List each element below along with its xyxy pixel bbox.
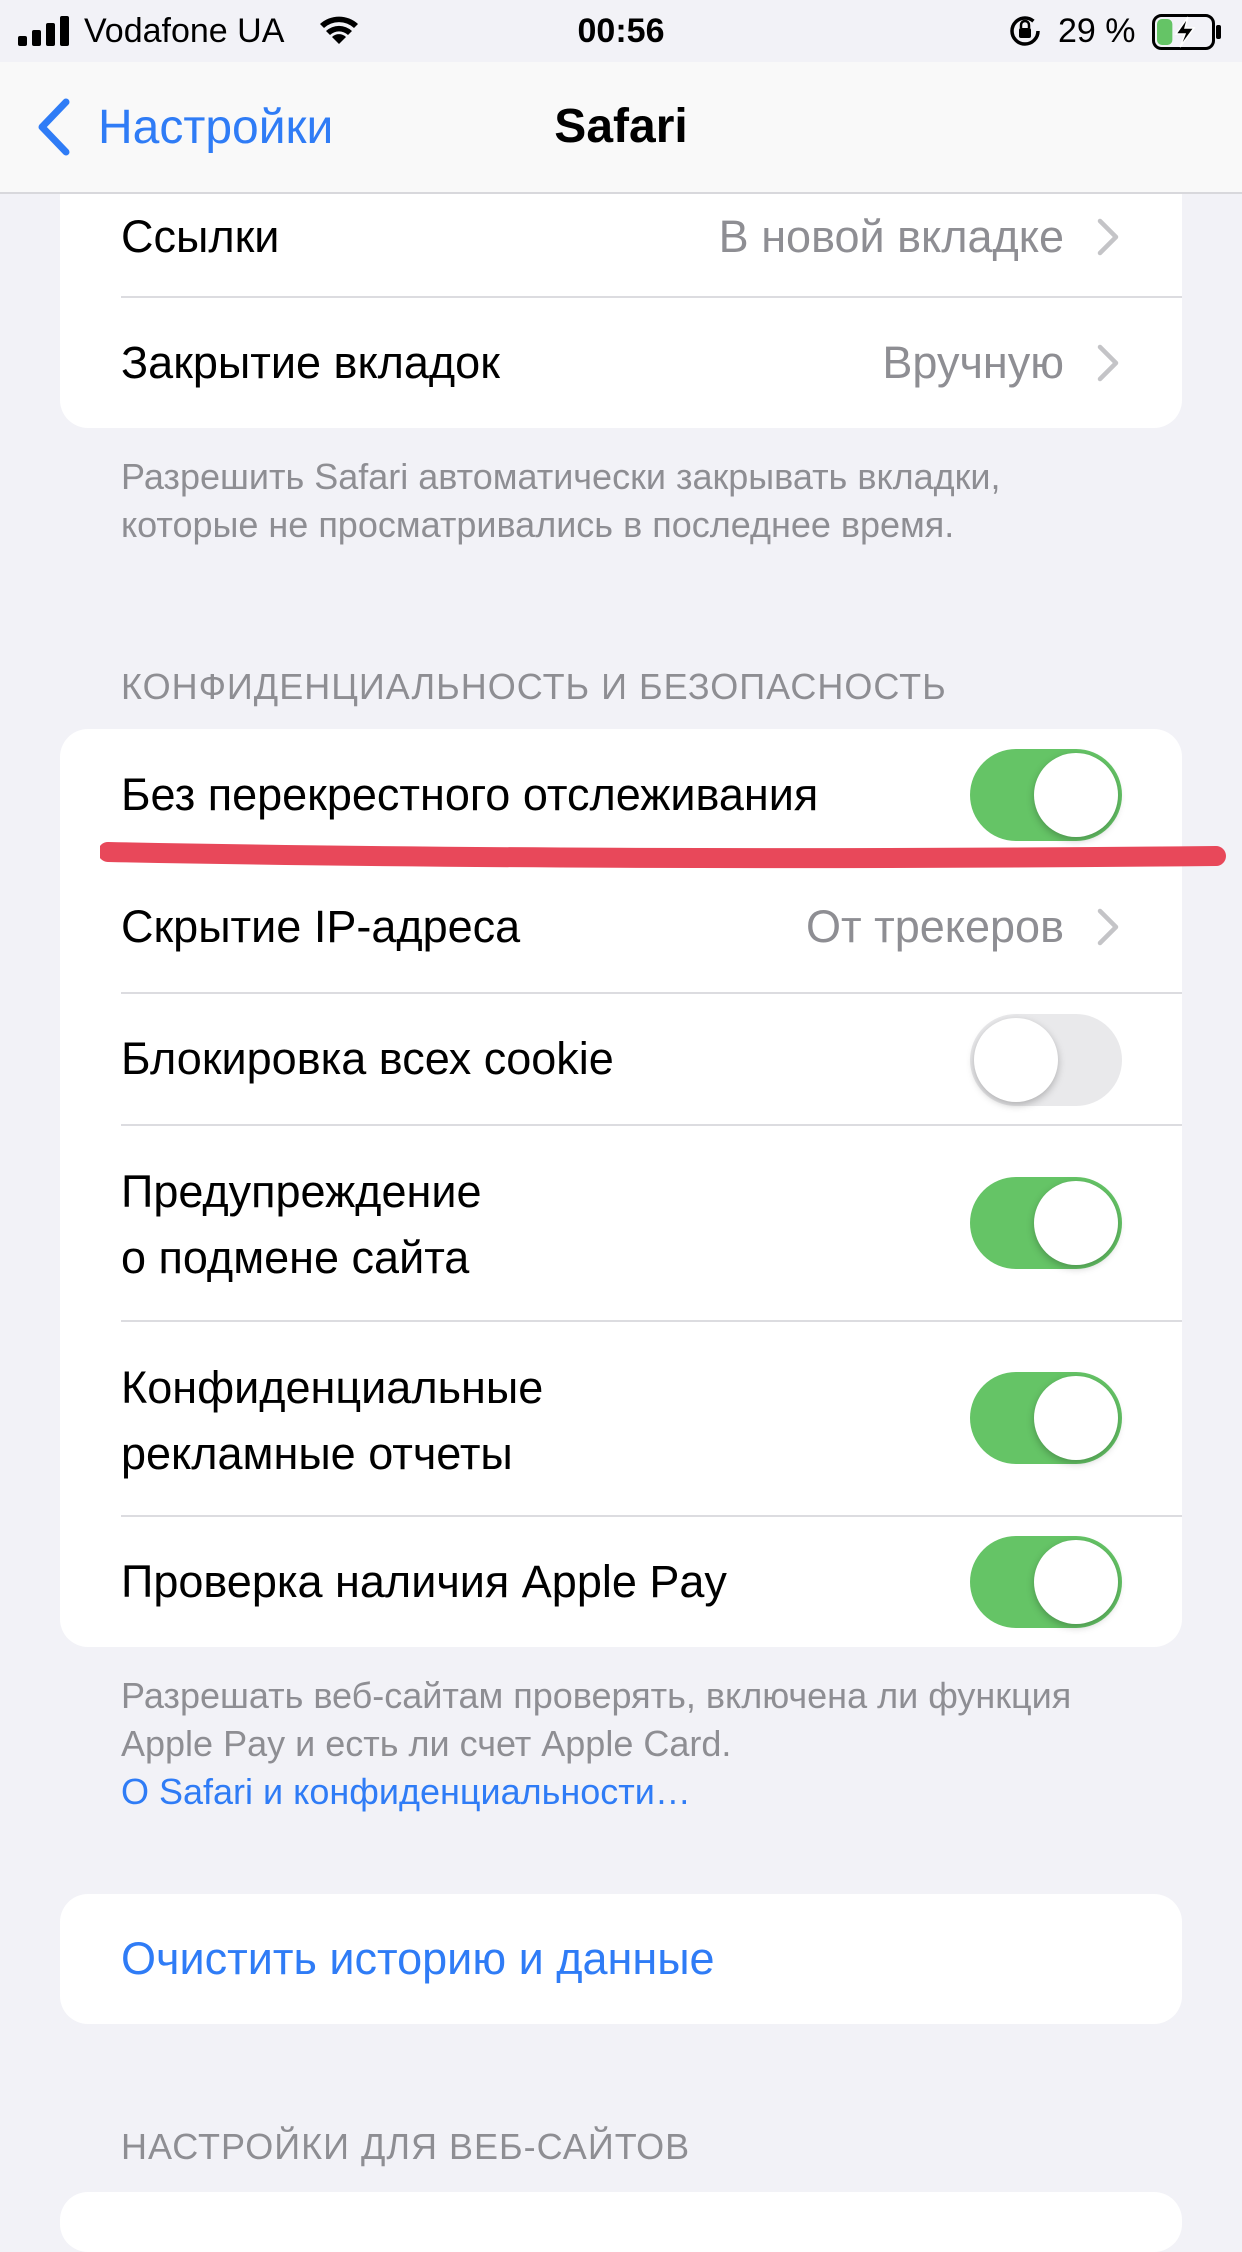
status-time: 00:56 xyxy=(577,12,665,50)
orientation-lock-icon xyxy=(1010,16,1040,46)
section-header-privacy: КОНФИДЕНЦИАЛЬНОСТЬ И БЕЗОПАСНОСТЬ xyxy=(121,666,947,707)
row-label: Закрытие вкладок xyxy=(121,337,500,388)
page-title: Safari xyxy=(554,100,688,153)
row-label: Без перекрестного отслеживания xyxy=(121,769,819,820)
row-value: От трекеров xyxy=(806,901,1064,952)
annotation-underline xyxy=(100,842,1226,869)
row-separator xyxy=(121,296,1182,298)
settings-row-apple-pay-check[interactable]: Проверка наличия Apple Pay xyxy=(60,1517,1182,1647)
settings-row-close-tabs[interactable]: Закрытие вкладок Вручную xyxy=(60,298,1182,428)
website-settings-group xyxy=(60,2192,1182,2252)
block-cookies-toggle[interactable] xyxy=(970,1014,1122,1106)
toggle-knob xyxy=(974,1018,1058,1102)
privacy-footer-note: Разрешать веб-сайтам проверять, включена… xyxy=(121,1672,1121,1816)
row-label: Проверка наличия Apple Pay xyxy=(121,1556,727,1607)
row-label-line-1: Предупреждение xyxy=(121,1166,482,1217)
toggle-knob xyxy=(1034,1540,1118,1624)
settings-row-hide-ip[interactable]: Скрытие IP-адреса От трекеров xyxy=(60,862,1182,993)
settings-row-fraud-warning[interactable]: Предупреждение о подмене сайта xyxy=(60,1126,1182,1321)
battery-percent: 29 % xyxy=(1058,12,1136,50)
chevron-right-icon xyxy=(1097,344,1119,382)
settings-row-ad-reporting[interactable]: Конфиденциальные рекламные отчеты xyxy=(60,1322,1182,1516)
chevron-right-icon xyxy=(1097,908,1119,946)
cross-site-tracking-toggle[interactable] xyxy=(970,749,1122,841)
clear-history-label: Очистить историю и данные xyxy=(121,1933,715,1984)
section-header-websites: НАСТРОЙКИ ДЛЯ ВЕБ-САЙТОВ xyxy=(121,2126,691,2167)
settings-row-block-cookies[interactable]: Блокировка всех cookie xyxy=(60,994,1182,1125)
row-value: Вручную xyxy=(882,337,1064,388)
apple-pay-check-toggle[interactable] xyxy=(970,1536,1122,1628)
toggle-knob xyxy=(1034,753,1118,837)
battery-charging-icon xyxy=(1152,14,1221,50)
row-label-line-1: Конфиденциальные xyxy=(121,1362,544,1413)
toggle-knob xyxy=(1034,1181,1118,1265)
chevron-right-icon xyxy=(1097,218,1119,256)
row-label: Блокировка всех cookie xyxy=(121,1033,614,1084)
privacy-info-link[interactable]: О Safari и конфиденциальности… xyxy=(121,1771,691,1812)
row-label: Скрытие IP-адреса xyxy=(121,901,521,952)
fraud-warning-toggle[interactable] xyxy=(970,1177,1122,1269)
row-label: Ссылки xyxy=(121,211,280,262)
tabs-footer-note: Разрешить Safari автоматически закрывать… xyxy=(121,456,1001,545)
clear-history-group: Очистить историю и данные xyxy=(60,1894,1182,2024)
row-label-line-2: о подмене сайта xyxy=(121,1232,470,1283)
status-bar: Vodafone UA 00:56 29 % xyxy=(0,0,1242,62)
row-label-line-2: рекламные отчеты xyxy=(121,1428,513,1479)
privacy-footer-text: Разрешать веб-сайтам проверять, включена… xyxy=(121,1675,1072,1764)
ad-reporting-toggle[interactable] xyxy=(970,1372,1122,1464)
row-value: В новой вкладке xyxy=(718,211,1064,262)
clear-history-button[interactable]: Очистить историю и данные xyxy=(60,1894,1182,2024)
toggle-knob xyxy=(1034,1376,1118,1460)
navigation-bar: Настройки Safari xyxy=(0,62,1242,194)
